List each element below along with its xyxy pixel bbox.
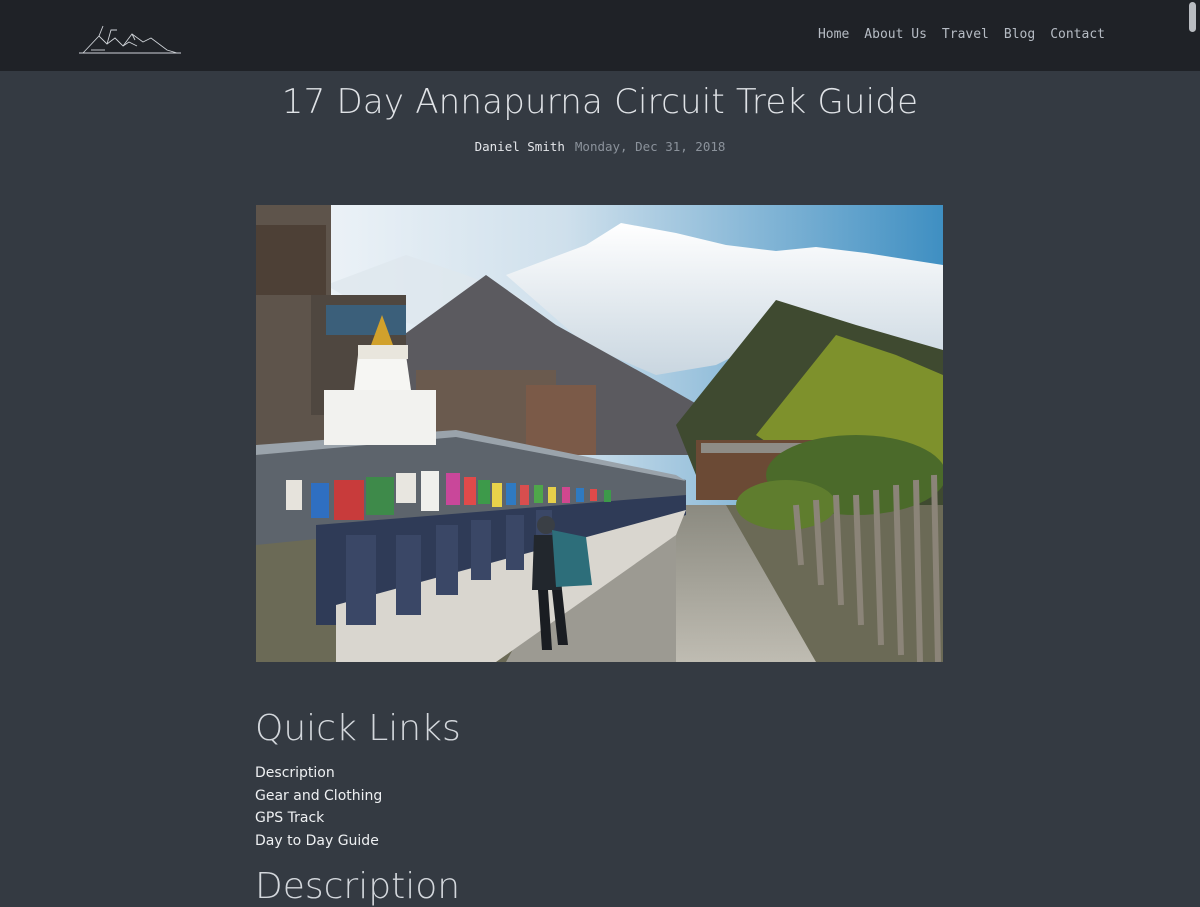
scrollbar-thumb[interactable] [1189,2,1196,32]
nav-about-us[interactable]: About Us [864,26,927,44]
post-author[interactable]: Daniel Smith [475,139,565,154]
post-meta: Daniel Smith Monday, Dec 31, 2018 [0,139,1200,154]
quick-link-gear-and-clothing[interactable]: Gear and Clothing [255,785,382,808]
hero-image [256,205,943,662]
nav-contact[interactable]: Contact [1050,26,1105,44]
quick-links-list: Description Gear and Clothing GPS Track … [255,762,382,852]
nav-blog[interactable]: Blog [1004,26,1035,44]
quick-link-gps-track[interactable]: GPS Track [255,807,382,830]
quick-link-description[interactable]: Description [255,762,382,785]
quick-link-day-to-day-guide[interactable]: Day to Day Guide [255,830,382,853]
mountain-logo-icon[interactable] [77,24,183,56]
description-heading: Description [255,866,461,907]
post-title: 17 Day Annapurna Circuit Trek Guide [281,82,919,122]
main-nav: Home About Us Travel Blog Contact [818,26,1105,44]
nav-travel[interactable]: Travel [942,26,989,44]
site-header: Home About Us Travel Blog Contact [0,0,1200,71]
nav-home[interactable]: Home [818,26,849,44]
quick-links-heading: Quick Links [255,708,461,749]
post-date: Monday, Dec 31, 2018 [574,139,726,154]
